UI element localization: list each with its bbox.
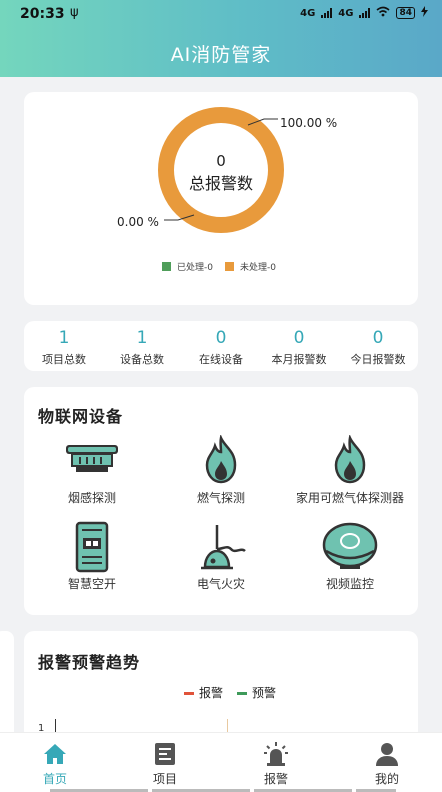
legend-alarm[interactable]: 报警 <box>184 684 223 701</box>
device-label: 电气火灾 <box>196 577 245 591</box>
user-icon <box>376 743 398 766</box>
device-gas-detector[interactable]: 燃气探测 <box>161 435 281 506</box>
stat-value: 1 <box>58 328 70 348</box>
tab-alarm[interactable]: 报警 <box>221 741 331 787</box>
total-alarm-value: 0 <box>216 152 226 170</box>
project-icon <box>155 743 175 765</box>
previous-card-peek <box>0 631 14 741</box>
legend-unprocessed[interactable]: 未处理-0 <box>224 260 276 273</box>
smart-breaker-icon <box>75 521 109 573</box>
gas-flame-icon <box>205 435 237 484</box>
camera-icon <box>322 522 378 569</box>
device-label: 烟感探测 <box>67 491 116 505</box>
legend-label-unprocessed: 未处理-0 <box>239 263 276 273</box>
signal-icon-2 <box>359 8 371 18</box>
tab-label: 报警 <box>263 772 288 786</box>
stat-value: 1 <box>136 328 148 348</box>
legend-warning[interactable]: 预警 <box>237 684 276 701</box>
net-label-1: 4G <box>300 7 316 19</box>
legend-line-warning <box>237 692 248 695</box>
tab-label: 项目 <box>152 772 177 786</box>
tab-mine[interactable]: 我的 <box>332 741 442 787</box>
page-title: AI消防管家 <box>170 44 272 66</box>
battery-icon: 84 <box>396 7 415 19</box>
device-label: 智慧空开 <box>67 577 116 591</box>
status-indicators: 4G 4G 84 <box>300 6 428 20</box>
tab-label: 我的 <box>374 772 399 786</box>
alarm-summary-card: 0 总报警数 100.00 % 0.00 % 已处理-0 未处理-0 <box>24 92 418 305</box>
device-video-surveillance[interactable]: 视频监控 <box>290 521 410 592</box>
tab-project[interactable]: 项目 <box>110 741 220 787</box>
stat-month-alarms[interactable]: 0 本月报警数 <box>259 327 339 367</box>
device-label: 家用可燃气体探测器 <box>295 491 404 505</box>
legend-label-warning: 预警 <box>252 686 277 700</box>
device-home-gas-detector[interactable]: 家用可燃气体探测器 <box>290 435 410 506</box>
app-header: 20:33 ψ 4G 4G 84 AI消防管家 <box>0 0 442 77</box>
status-bar: 20:33 ψ 4G 4G 84 <box>0 0 442 28</box>
stat-online-devices[interactable]: 0 在线设备 <box>181 327 261 367</box>
trend-legend: 报警 预警 <box>184 684 276 701</box>
legend-swatch-processed <box>162 262 171 271</box>
stat-label: 今日报警数 <box>350 353 406 366</box>
device-smart-breaker[interactable]: 智慧空开 <box>32 521 152 592</box>
device-electrical-fire[interactable]: 电气火灾 <box>161 521 281 592</box>
stat-label: 本月报警数 <box>271 353 327 366</box>
stat-today-alarms[interactable]: 0 今日报警数 <box>338 327 418 367</box>
pct-processed: 0.00 % <box>117 215 159 229</box>
home-gas-flame-icon <box>334 435 366 484</box>
iot-devices-card: 物联网设备 烟感探测 燃气探测 家用可燃气体探测器 智慧空开 电气火灾 视频监控 <box>24 387 418 615</box>
total-alarm-label: 总报警数 <box>188 174 253 193</box>
electrical-fire-icon <box>201 525 246 570</box>
trend-section-title: 报警预警趋势 <box>38 653 141 672</box>
home-icon <box>44 744 66 764</box>
alarm-donut-chart <box>158 107 284 233</box>
alarm-icon <box>264 742 288 766</box>
tab-home[interactable]: 首页 <box>0 741 110 787</box>
iot-section-title: 物联网设备 <box>38 407 124 426</box>
tab-label: 首页 <box>42 772 67 786</box>
stat-device-total[interactable]: 1 设备总数 <box>102 327 182 367</box>
legend-label-processed: 已处理-0 <box>177 263 213 273</box>
net-label-2: 4G <box>338 7 354 19</box>
stat-label: 在线设备 <box>199 353 243 366</box>
legend-swatch-unprocessed <box>224 262 234 271</box>
stat-value: 0 <box>215 328 227 348</box>
charging-icon <box>421 6 428 20</box>
stat-label: 设备总数 <box>120 353 164 366</box>
stat-value: 0 <box>293 328 305 348</box>
device-label: 视频监控 <box>325 577 374 591</box>
status-time: 20:33 <box>20 6 65 22</box>
signal-icon <box>321 8 333 18</box>
legend-processed[interactable]: 已处理-0 <box>162 260 213 273</box>
wifi-icon <box>376 6 390 20</box>
stat-project-total[interactable]: 1 项目总数 <box>24 327 104 367</box>
pct-unprocessed: 100.00 % <box>280 116 338 130</box>
smoke-detector-icon <box>66 445 118 472</box>
donut-legend: 已处理-0 未处理-0 <box>162 260 276 273</box>
legend-label-alarm: 报警 <box>199 686 224 700</box>
stats-card: 1 项目总数 1 设备总数 0 在线设备 0 本月报警数 0 今日报警数 <box>24 321 418 371</box>
bottom-tab-bar: 首页 项目 报警 我的 <box>0 732 442 792</box>
status-notification-icon: ψ <box>70 5 79 20</box>
legend-line-alarm <box>184 692 194 695</box>
device-smoke-detector[interactable]: 烟感探测 <box>32 435 152 506</box>
stat-label: 项目总数 <box>42 353 86 366</box>
device-label: 燃气探测 <box>196 491 245 505</box>
trend-card: 报警预警趋势 报警 预警 1 <box>24 631 418 741</box>
stat-value: 0 <box>372 328 384 348</box>
